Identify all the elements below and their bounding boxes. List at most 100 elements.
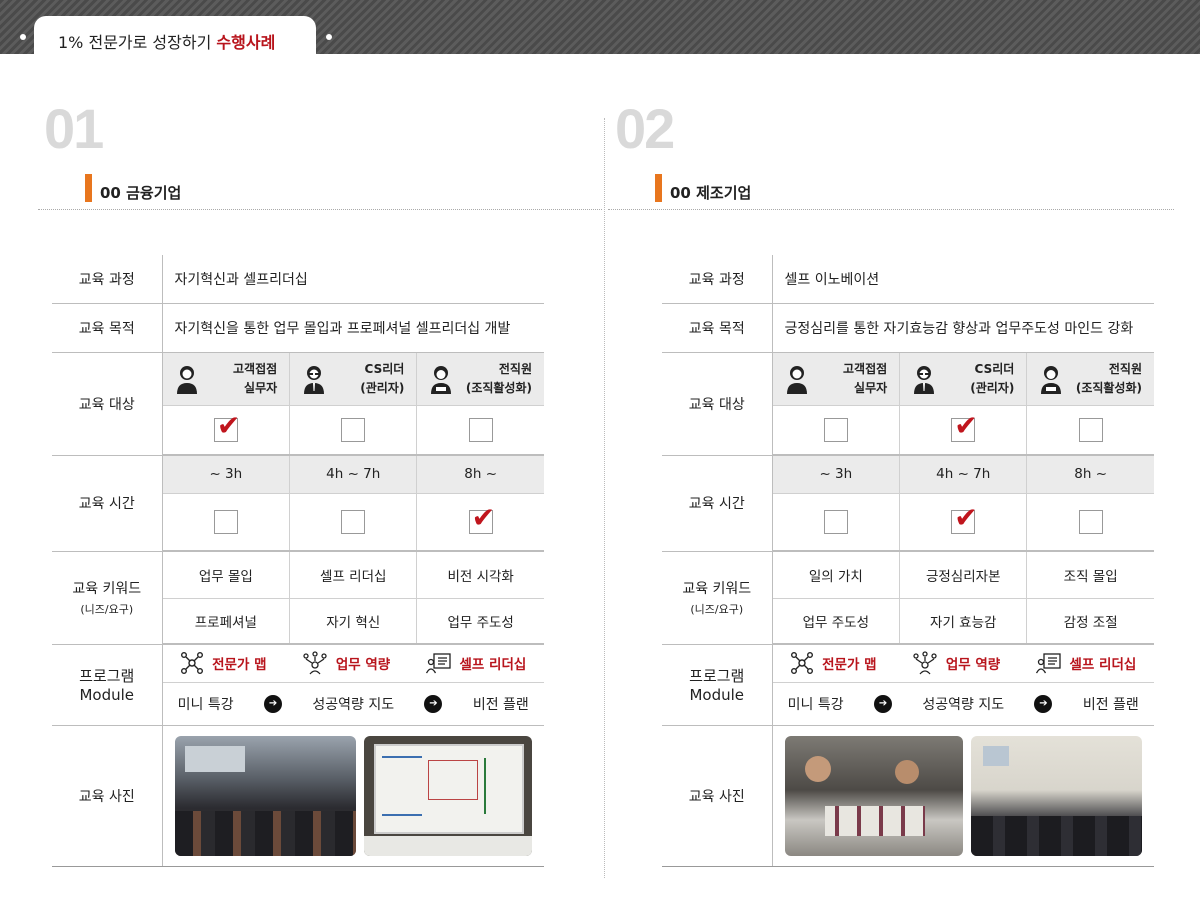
arrow-right-icon: ➔ <box>424 694 443 713</box>
network-icon <box>181 652 204 675</box>
time-option: 4h ~ 7h <box>289 455 418 494</box>
keyword-label-sub: (니즈/요구) <box>690 603 744 617</box>
target-checkbox[interactable] <box>1078 417 1103 442</box>
case-section-title: 00 제조기업 <box>655 174 751 202</box>
target-line2: (조직활성화) <box>1075 380 1142 395</box>
target-all-staff: 전직원 (조직활성화) <box>1027 353 1154 405</box>
time-checkbox[interactable]: ✔ <box>951 504 978 534</box>
target-grid: 고객접점 실무자 CS리더 (관리자) 전직원 (조직활성화) ✔ <box>162 352 544 455</box>
case-table-2: 교육 과정 셀프 이노베이션 교육 목적 긍정심리를 통한 자기효능감 향상과 … <box>662 255 1154 867</box>
time-grid: ~ 3h 4h ~ 7h 8h ~ ✔ <box>162 455 544 551</box>
time-checkbox[interactable] <box>823 510 848 534</box>
target-checkbox[interactable]: ✔ <box>951 411 978 442</box>
target-line1: CS리더 <box>974 361 1015 376</box>
time-checkbox[interactable] <box>341 510 366 534</box>
program-label-main: 프로그램 <box>689 667 745 685</box>
label-purpose: 교육 목적 <box>52 303 163 353</box>
keyword: 업무 주도성 <box>416 598 544 644</box>
keyword-label-main: 교육 키워드 <box>72 581 142 598</box>
target-checkbox[interactable] <box>823 417 848 442</box>
keyword-label-sub: (니즈/요구) <box>80 603 134 617</box>
target-line2: (관리자) <box>970 380 1015 395</box>
keyword-grid: 업무 몰입 셀프 리더십 비전 시각화 프로페셔널 자기 혁신 업무 주도성 <box>162 552 544 644</box>
training-photo-classroom <box>174 735 357 856</box>
module-step: 미니 특강 <box>787 696 844 713</box>
program-row: 전문가 맵 업무 역량 셀프 리더십 <box>772 645 1154 683</box>
keyword: 셀프 리더십 <box>289 552 418 599</box>
program-label-main: 프로그램 <box>79 667 135 685</box>
arrow-right-icon: ➔ <box>264 694 283 713</box>
purpose-value: 자기혁신을 통한 업무 몰입과 프로페셔널 셀프리더십 개발 <box>162 303 544 353</box>
keyword: 자기 혁신 <box>289 598 418 644</box>
keyword: 감정 조절 <box>1026 598 1154 644</box>
target-line2: (관리자) <box>360 380 405 395</box>
module-flow: 미니 특강 ➔ 성공역량 지도 ➔ 비전 플랜 <box>773 683 1155 725</box>
course-value: 자기혁신과 셀프리더십 <box>162 255 544 304</box>
target-cs-leader: CS리더 (관리자) <box>290 353 416 405</box>
target-line2: 실무자 <box>244 380 278 395</box>
keyword: 긍정심리자본 <box>899 552 1028 599</box>
program-label-sub: Module <box>689 686 745 704</box>
check-mark-icon: ✔ <box>954 501 978 534</box>
module-step: 성공역량 지도 <box>312 696 395 713</box>
target-line1: 전직원 <box>1108 361 1142 376</box>
section-separator-1 <box>38 209 602 210</box>
header-tab: 1% 전문가로 성장하기 수행사례 <box>34 16 316 56</box>
target-checkbox[interactable] <box>341 417 366 442</box>
target-line1: 전직원 <box>498 361 532 376</box>
time-option: 8h ~ <box>416 455 544 494</box>
course-value: 셀프 이노베이션 <box>772 255 1154 304</box>
program-name: 전문가 맵 <box>822 657 877 673</box>
presentation-icon <box>1035 653 1061 674</box>
keyword: 일의 가치 <box>772 552 901 599</box>
check-mark-icon: ✔ <box>954 408 978 442</box>
person-glasses-icon <box>304 365 325 394</box>
presentation-icon <box>425 653 451 674</box>
time-checkbox[interactable]: ✔ <box>468 504 495 534</box>
target-checkbox[interactable] <box>468 417 493 442</box>
keyword-grid: 일의 가치 긍정심리자본 조직 몰입 업무 주도성 자기 효능감 감정 조절 <box>772 552 1154 644</box>
time-checkbox[interactable] <box>213 510 238 534</box>
person-female-icon <box>176 365 197 394</box>
label-keyword: 교육 키워드 (니즈/요구) <box>52 551 163 645</box>
target-line1: 고객접점 <box>842 361 888 376</box>
time-checkbox[interactable] <box>1078 510 1103 534</box>
keyword: 비전 시각화 <box>416 552 544 599</box>
module-flow: 미니 특강 ➔ 성공역량 지도 ➔ 비전 플랜 <box>163 683 545 725</box>
keyword: 업무 몰입 <box>162 552 291 599</box>
program-label-sub: Module <box>79 686 135 704</box>
time-option: 4h ~ 7h <box>899 455 1028 494</box>
target-line1: CS리더 <box>364 361 405 376</box>
keyword: 프로페셔널 <box>162 598 291 644</box>
target-line1: 고객접점 <box>232 361 278 376</box>
team-competency-icon <box>303 651 327 675</box>
purpose-value: 긍정심리를 통한 자기효능감 향상과 업무주도성 마인드 강화 <box>772 303 1154 353</box>
label-photo: 교육 사진 <box>662 725 773 867</box>
check-mark-icon: ✔ <box>216 408 241 442</box>
person-staff-icon <box>431 365 452 394</box>
target-checkbox[interactable]: ✔ <box>213 411 240 442</box>
target-line2: 실무자 <box>854 380 888 395</box>
training-photo-whiteboard <box>364 735 532 856</box>
check-mark-icon: ✔ <box>471 501 496 534</box>
time-option: 8h ~ <box>1026 455 1154 494</box>
arrow-right-icon: ➔ <box>1034 694 1053 713</box>
label-target: 교육 대상 <box>52 352 163 456</box>
case-number: 02 <box>615 97 675 160</box>
label-time: 교육 시간 <box>662 455 773 552</box>
label-course: 교육 과정 <box>52 255 163 304</box>
label-program: 프로그램 Module <box>52 644 163 726</box>
label-course: 교육 과정 <box>662 255 773 304</box>
bullet-dot-left <box>20 34 26 40</box>
label-target: 교육 대상 <box>662 352 773 456</box>
label-purpose: 교육 목적 <box>662 303 773 353</box>
target-frontline: 고객접점실무자 <box>163 353 290 405</box>
case-table-1: 교육 과정 자기혁신과 셀프리더십 교육 목적 자기혁신을 통한 업무 몰입과 … <box>52 255 544 867</box>
keyword-label-main: 교육 키워드 <box>682 581 752 598</box>
time-option: ~ 3h <box>772 455 901 494</box>
arrow-right-icon: ➔ <box>874 694 893 713</box>
keyword: 자기 효능감 <box>899 598 1028 644</box>
bullet-dot-right <box>326 34 332 40</box>
team-competency-icon <box>913 651 937 675</box>
keyword: 업무 주도성 <box>772 598 901 644</box>
